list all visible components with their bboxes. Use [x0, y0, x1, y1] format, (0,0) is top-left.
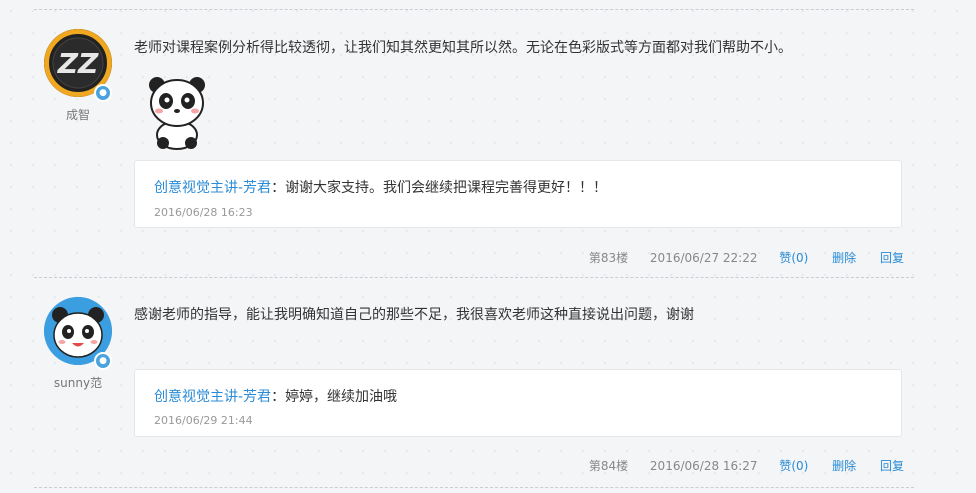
- reply-button[interactable]: 回复: [880, 251, 904, 265]
- user-avatar-block: ● sunny范: [42, 297, 114, 390]
- reply-text: 谢谢大家支持。我们会继续把课程完善得更好！！！: [285, 180, 608, 196]
- reply-separator: ：: [271, 180, 286, 196]
- delete-button[interactable]: 删除: [832, 251, 856, 265]
- divider-bottom: [34, 487, 914, 488]
- reply-author-link[interactable]: 创意视觉主讲-芳君: [154, 180, 271, 196]
- reply-button[interactable]: 回复: [880, 459, 904, 473]
- member-badge-icon: ●: [94, 84, 112, 102]
- reply-timestamp: 2016/06/28 16:23: [154, 206, 253, 219]
- floor-number: 第84楼: [588, 459, 629, 473]
- reply-text: 婷婷，继续加油哦: [285, 389, 398, 405]
- divider-top: [34, 9, 914, 10]
- reply-timestamp: 2016/06/29 21:44: [154, 414, 253, 427]
- comment-timestamp: 2016/06/28 16:27: [649, 459, 758, 473]
- comment-timestamp: 2016/06/27 22:22: [649, 251, 758, 265]
- delete-button[interactable]: 删除: [832, 459, 856, 473]
- teacher-reply: 创意视觉主讲-芳君：谢谢大家支持。我们会继续把课程完善得更好！！！ 2016/0…: [134, 160, 902, 228]
- username[interactable]: sunny范: [42, 374, 114, 391]
- comment-text: 老师对课程案例分析得比较透彻，让我们知其然更知其所以然。无论在色彩版式等方面都对…: [134, 40, 792, 56]
- like-button[interactable]: 赞(0): [779, 251, 808, 265]
- teacher-reply: 创意视觉主讲-芳君：婷婷，继续加油哦 2016/06/29 21:44: [134, 369, 902, 437]
- reply-separator: ：: [271, 389, 286, 405]
- comment-text: 感谢老师的指导，能让我明确知道自己的那些不足，我很喜欢老师这种直接说出问题，谢谢: [134, 307, 694, 323]
- svg-text:ZZ: ZZ: [57, 47, 99, 80]
- reply-author-link[interactable]: 创意视觉主讲-芳君: [154, 389, 271, 405]
- member-badge-icon: ●: [94, 352, 112, 370]
- panda-sticker-icon: [146, 73, 208, 155]
- user-avatar-block: ZZ ● 成智: [42, 29, 114, 122]
- comment-meta: 第83楼 2016/06/27 22:22 赞(0) 删除 回复: [575, 249, 904, 266]
- username[interactable]: 成智: [42, 106, 114, 123]
- divider-middle: [34, 277, 914, 278]
- floor-number: 第83楼: [588, 251, 629, 265]
- like-button[interactable]: 赞(0): [779, 459, 808, 473]
- comment-meta: 第84楼 2016/06/28 16:27 赞(0) 删除 回复: [575, 457, 904, 474]
